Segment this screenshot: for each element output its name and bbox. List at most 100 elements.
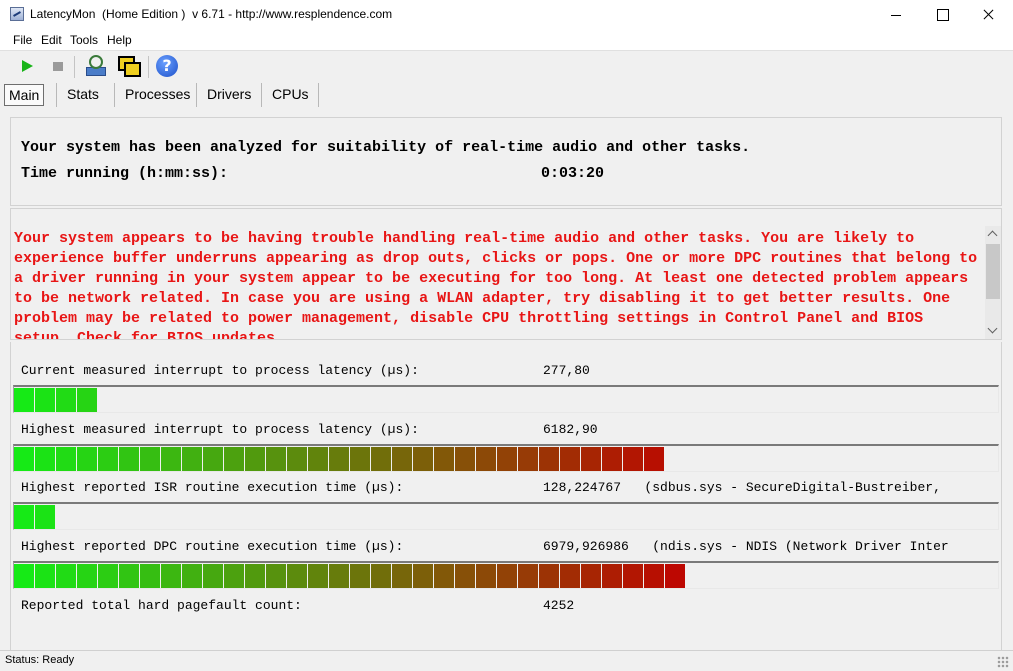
meter-segment bbox=[287, 564, 307, 588]
meter-segment bbox=[98, 447, 118, 471]
meter-segment bbox=[182, 564, 202, 588]
meter-segment bbox=[224, 447, 244, 471]
meter-segment bbox=[56, 447, 76, 471]
resize-grip-icon[interactable] bbox=[997, 656, 1009, 668]
tab-processes[interactable]: Processes bbox=[121, 84, 194, 106]
menu-file[interactable]: File bbox=[13, 33, 32, 47]
scrollbar-thumb[interactable] bbox=[986, 244, 1000, 299]
toolbar-separator bbox=[74, 56, 75, 78]
meter-segment bbox=[518, 447, 538, 471]
status-text: Status: Ready bbox=[5, 654, 75, 666]
meter-fill bbox=[14, 504, 56, 529]
meter-segment bbox=[203, 447, 223, 471]
meter-segment bbox=[665, 564, 685, 588]
meter-segment bbox=[644, 564, 664, 588]
meter-segment bbox=[644, 447, 664, 471]
tab-main[interactable]: Main bbox=[4, 84, 45, 106]
meter-segment bbox=[14, 505, 34, 529]
meter-segment bbox=[623, 447, 643, 471]
meter-segment bbox=[140, 447, 160, 471]
maximize-button[interactable] bbox=[919, 0, 965, 30]
title-bar: LatencyMon (Home Edition ) v 6.71 - http… bbox=[0, 0, 1013, 30]
toolbar bbox=[0, 50, 1013, 80]
metrics-panel: Current measured interrupt to process la… bbox=[10, 342, 1002, 650]
meter-segment bbox=[497, 447, 517, 471]
meter-segment bbox=[602, 564, 622, 588]
time-running-label: Time running (h:mm:ss): bbox=[21, 165, 229, 182]
meter-segment bbox=[581, 447, 601, 471]
meter-segment bbox=[266, 564, 286, 588]
meter-segment bbox=[224, 564, 244, 588]
summary-panel: Your system has been analyzed for suitab… bbox=[10, 117, 1002, 206]
scroll-down-icon[interactable] bbox=[985, 323, 1001, 339]
meter-segment bbox=[266, 447, 286, 471]
start-icon[interactable] bbox=[16, 54, 40, 78]
tab-separator bbox=[56, 83, 57, 107]
meter-segment bbox=[623, 564, 643, 588]
meter-segment bbox=[581, 564, 601, 588]
meter-segment bbox=[434, 564, 454, 588]
tool-icon[interactable] bbox=[84, 54, 108, 78]
meter-segment bbox=[329, 564, 349, 588]
tab-separator bbox=[114, 83, 115, 107]
help-icon[interactable] bbox=[155, 54, 179, 78]
windows-icon[interactable] bbox=[116, 54, 141, 78]
meter-segment bbox=[350, 564, 370, 588]
meter-segment bbox=[413, 447, 433, 471]
meter-segment bbox=[245, 447, 265, 471]
main-content: Your system has been analyzed for suitab… bbox=[0, 108, 1013, 650]
menu-help[interactable]: Help bbox=[107, 33, 132, 47]
meter-segment bbox=[14, 564, 34, 588]
meter-segment bbox=[350, 447, 370, 471]
meter-segment bbox=[455, 447, 475, 471]
close-button[interactable] bbox=[965, 0, 1011, 30]
meter-segment bbox=[14, 447, 34, 471]
meter-segment bbox=[392, 447, 412, 471]
latency-meter bbox=[13, 444, 999, 472]
warning-scrollbar[interactable] bbox=[985, 226, 1001, 339]
metric-value: 4252 bbox=[543, 598, 575, 613]
meter-segment bbox=[308, 564, 328, 588]
meter-segment bbox=[161, 564, 181, 588]
meter-segment bbox=[77, 388, 97, 412]
meter-segment bbox=[35, 388, 55, 412]
metric-label: Highest measured interrupt to process la… bbox=[21, 422, 419, 437]
tab-separator bbox=[196, 83, 197, 107]
meter-segment bbox=[371, 447, 391, 471]
meter-fill bbox=[14, 387, 97, 412]
menu-tools[interactable]: Tools bbox=[70, 33, 98, 47]
stop-icon[interactable] bbox=[46, 54, 70, 78]
meter-segment bbox=[203, 564, 223, 588]
meter-segment bbox=[602, 447, 622, 471]
summary-text: Your system has been analyzed for suitab… bbox=[21, 139, 751, 156]
meter-segment bbox=[560, 564, 580, 588]
time-running-value: 0:03:20 bbox=[541, 165, 605, 182]
app-icon bbox=[10, 7, 24, 21]
menu-edit[interactable]: Edit bbox=[41, 33, 62, 47]
meter-segment bbox=[413, 564, 433, 588]
meter-fill bbox=[14, 446, 664, 471]
meter-segment bbox=[35, 505, 55, 529]
tab-drivers[interactable]: Drivers bbox=[203, 84, 255, 106]
meter-segment bbox=[140, 564, 160, 588]
tab-separator bbox=[318, 83, 319, 107]
meter-segment bbox=[560, 447, 580, 471]
metric-label: Current measured interrupt to process la… bbox=[21, 363, 419, 378]
meter-fill bbox=[14, 563, 693, 588]
scroll-up-icon[interactable] bbox=[985, 226, 1001, 242]
meter-segment bbox=[119, 447, 139, 471]
meter-segment bbox=[497, 564, 517, 588]
meter-segment bbox=[56, 388, 76, 412]
meter-segment bbox=[455, 564, 475, 588]
latency-meter bbox=[13, 385, 999, 413]
meter-segment bbox=[119, 564, 139, 588]
window-title: LatencyMon (Home Edition ) v 6.71 - http… bbox=[30, 7, 393, 21]
tab-cpus[interactable]: CPUs bbox=[268, 84, 313, 106]
meter-segment bbox=[518, 564, 538, 588]
latency-meter bbox=[13, 502, 999, 530]
minimize-button[interactable] bbox=[873, 0, 919, 30]
metric-value: 277,80 bbox=[543, 363, 590, 378]
tab-stats[interactable]: Stats bbox=[63, 84, 103, 106]
metric-label: Reported total hard pagefault count: bbox=[21, 598, 302, 613]
menu-bar: File Edit Tools Help bbox=[0, 30, 1013, 50]
